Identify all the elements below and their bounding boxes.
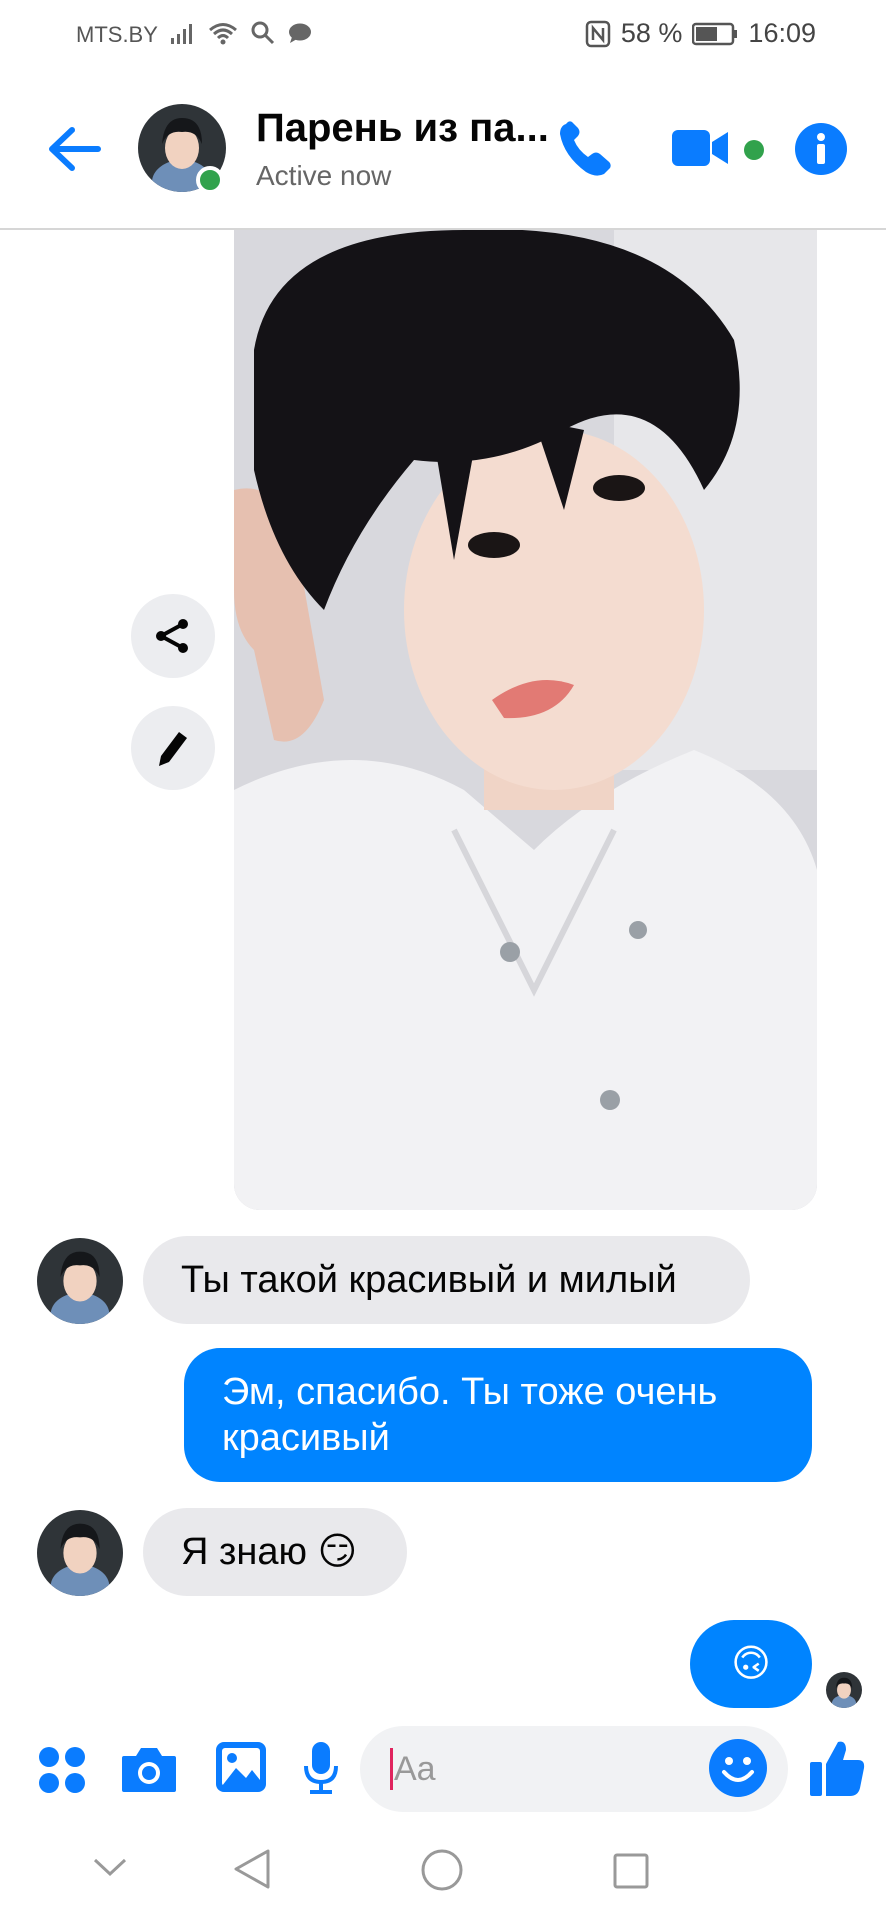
- message-text-line2: красивый: [222, 1417, 390, 1459]
- battery-icon: [692, 22, 738, 45]
- apps-icon[interactable]: [38, 1746, 86, 1794]
- message-text: Я знаю 😏: [181, 1531, 358, 1573]
- clock: 16:09: [748, 18, 816, 48]
- home-circle-icon[interactable]: [420, 1848, 464, 1892]
- message-text: Ты такой красивый и милый: [181, 1259, 677, 1301]
- carrier-label: MTS.BY: [76, 22, 158, 47]
- thumbs-up-icon[interactable]: [808, 1738, 866, 1798]
- emoji-icon[interactable]: [708, 1738, 768, 1798]
- photo-message[interactable]: [234, 230, 817, 1210]
- share-button[interactable]: [131, 594, 215, 678]
- camera-icon[interactable]: [120, 1744, 178, 1794]
- video-camera-icon[interactable]: [670, 126, 732, 170]
- phone-icon[interactable]: [556, 118, 616, 180]
- message-input-placeholder: Aa: [394, 1750, 436, 1788]
- video-active-dot: [744, 140, 764, 160]
- nfc-icon: [585, 20, 611, 47]
- status-icons: [170, 20, 312, 46]
- message-bubble-incoming[interactable]: Ты такой красивый и милый: [143, 1236, 750, 1324]
- arrow-left-icon[interactable]: [46, 124, 102, 174]
- message-bubble-outgoing[interactable]: 🙃: [690, 1620, 812, 1708]
- wifi-icon: [209, 23, 237, 45]
- info-icon[interactable]: [794, 122, 848, 176]
- edit-button[interactable]: [131, 706, 215, 790]
- battery-percent: 58 %: [620, 18, 683, 48]
- sender-avatar[interactable]: [37, 1238, 123, 1324]
- online-indicator: [196, 166, 224, 194]
- back-triangle-icon[interactable]: [232, 1848, 272, 1890]
- seen-avatar: [826, 1672, 862, 1708]
- chevron-down-icon[interactable]: [92, 1856, 128, 1878]
- presence-status: Active now: [256, 160, 392, 191]
- message-text: 🙃: [731, 1643, 771, 1685]
- pencil-icon: [159, 732, 187, 766]
- gallery-icon[interactable]: [214, 1740, 268, 1794]
- signal-icon: [171, 24, 192, 44]
- status-right: 58 % 16:09: [585, 18, 816, 49]
- message-text-line1: Эм, спасибо. Ты тоже очень: [222, 1371, 718, 1413]
- recents-square-icon[interactable]: [612, 1852, 650, 1890]
- contact-name[interactable]: Парень из па...: [256, 106, 549, 151]
- microphone-icon[interactable]: [302, 1740, 340, 1796]
- message-bubble-incoming[interactable]: Я знаю 😏: [143, 1508, 407, 1596]
- sender-avatar[interactable]: [37, 1510, 123, 1596]
- message-bubble-outgoing[interactable]: Эм, спасибо. Ты тоже очень красивый: [184, 1348, 812, 1482]
- share-icon: [156, 619, 188, 653]
- chat-bubble-icon: [289, 23, 311, 43]
- text-caret: [390, 1748, 393, 1790]
- search-icon: [251, 21, 275, 45]
